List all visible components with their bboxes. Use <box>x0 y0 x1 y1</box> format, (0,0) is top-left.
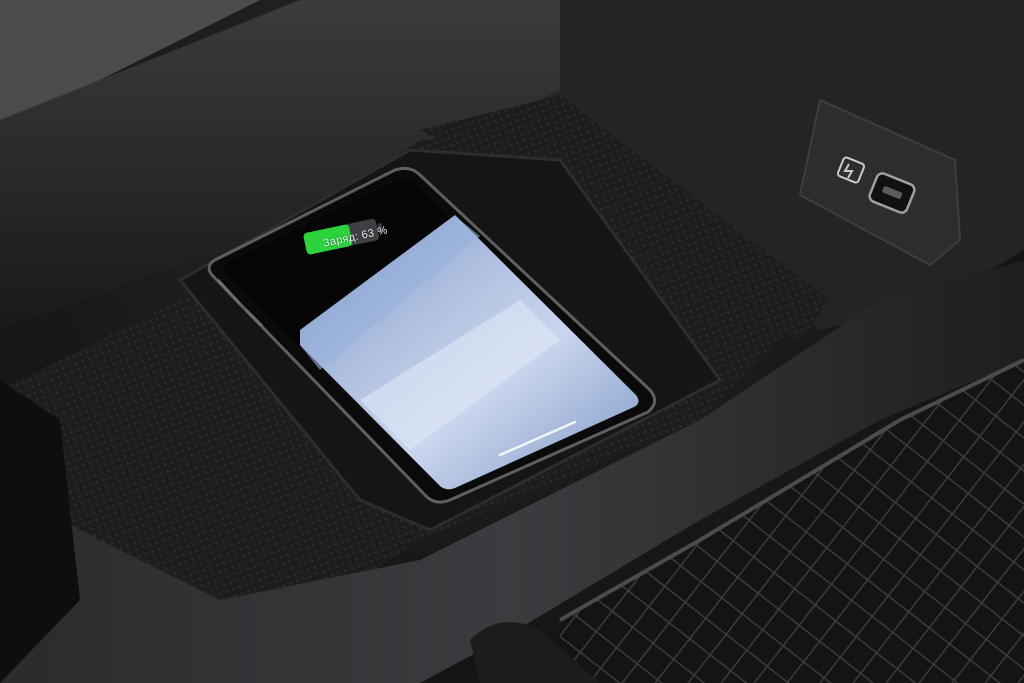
console-illustration <box>0 0 1024 683</box>
car-console-photo: Заряд: 63 % <box>0 0 1024 683</box>
